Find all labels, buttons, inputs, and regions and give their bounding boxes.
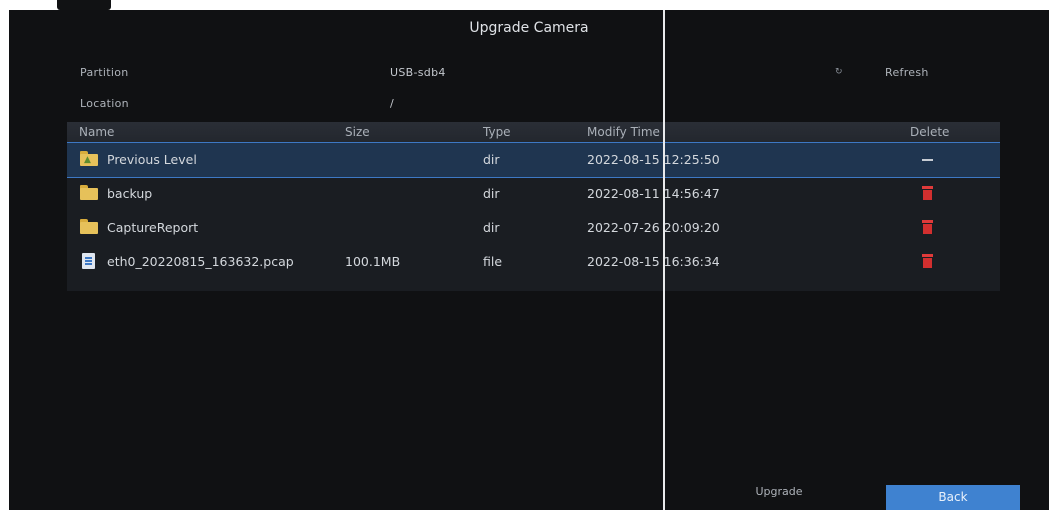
header-size[interactable]: Size [345,125,370,139]
folder-up-icon: ▲ [80,151,98,166]
cell-modify-time: 2022-08-11 14:56:47 [587,186,720,201]
partition-label: Partition [80,66,129,79]
file-icon [80,253,98,269]
delete-disabled-icon [922,159,933,161]
cell-modify-time: 2022-08-15 12:25:50 [587,152,720,167]
cell-name: CaptureReport [107,220,199,235]
dialog-title: Upgrade Camera [469,20,589,36]
header-type[interactable]: Type [483,125,511,139]
cell-name: backup [107,186,153,201]
trash-icon[interactable] [922,220,933,234]
refresh-icon[interactable]: ↻ [835,67,843,77]
back-button[interactable]: Back [886,485,1020,510]
trash-icon[interactable] [922,186,933,200]
cell-modify-time: 2022-08-15 16:36:34 [587,254,720,269]
cell-type: dir [483,152,500,167]
table-row[interactable]: ▲ Previous Level dir 2022-08-15 12:25:50 [67,142,1000,178]
folder-icon [80,185,98,200]
table-row[interactable]: eth0_20220815_163632.pcap 100.1MB file 2… [67,245,1000,279]
header-name[interactable]: Name [79,125,114,139]
file-table: Name Size Type Modify Time Delete ▲ Prev… [67,122,1000,291]
divider-line [663,10,665,510]
folder-icon [80,219,98,234]
table-row[interactable]: CaptureReport dir 2022-07-26 20:09:20 [67,211,1000,245]
location-value: / [390,97,395,110]
partition-value[interactable]: USB-sdb4 [390,66,446,79]
header-delete: Delete [910,125,950,139]
upgrade-button[interactable]: Upgrade [734,480,824,504]
cell-type: dir [483,220,500,235]
refresh-button[interactable]: Refresh [885,66,929,79]
cell-size: 100.1MB [345,254,401,269]
cell-type: file [483,254,503,269]
trash-icon[interactable] [922,254,933,268]
cell-type: dir [483,186,500,201]
cell-modify-time: 2022-07-26 20:09:20 [587,220,720,235]
table-header: Name Size Type Modify Time Delete [67,122,1000,142]
location-label: Location [80,97,129,110]
top-tab [57,0,111,10]
cell-name: eth0_20220815_163632.pcap [107,254,294,269]
table-row[interactable]: backup dir 2022-08-11 14:56:47 [67,177,1000,211]
header-modify-time[interactable]: Modify Time [587,125,660,139]
cell-name: Previous Level [107,152,197,167]
upgrade-camera-dialog: Upgrade Camera Partition USB-sdb4 ↻ Refr… [9,10,1049,510]
